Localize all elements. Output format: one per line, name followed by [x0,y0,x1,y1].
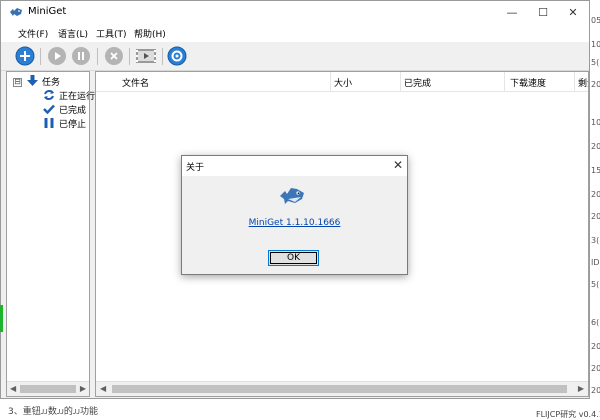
dialog-title-bar: 关于 ✕ [182,156,407,176]
column-size[interactable]: 大小 [334,76,352,89]
tree-horizontal-scrollbar[interactable]: ◀ ▶ [7,381,89,396]
refresh-icon [44,90,54,100]
tree-item-stopped[interactable]: 已停止 [43,116,86,130]
scroll-left-arrow-icon[interactable]: ◀ [10,384,16,393]
column-remaining[interactable]: 剩余 [578,76,588,89]
add-icon[interactable] [15,46,35,66]
tree-label: 任务 [42,77,61,88]
tree-item-tasks[interactable]: 任务 [27,74,60,88]
background-text-fragment: 6( [591,318,600,327]
shark-logo-icon [10,8,22,16]
shark-logo-icon [280,188,304,204]
column-speed[interactable]: 下载速度 [510,76,546,89]
pause-icon[interactable] [71,46,91,66]
scroll-left-arrow-icon[interactable]: ◀ [100,384,106,393]
title-bar: MiniGet — ☐ ✕ [1,1,589,24]
column-filename[interactable]: 文件名 [122,76,149,89]
background-text-fragment: 20 [591,364,600,373]
menu-file[interactable]: 文件(F) [18,27,48,40]
list-horizontal-scrollbar[interactable]: ◀ ▶ [96,381,588,396]
pause-icon [44,118,54,128]
tree-label: 已停止 [59,119,87,130]
toolbar-separator [162,48,163,65]
scroll-thumb[interactable] [20,385,76,393]
about-dialog: 关于 ✕ MiniGet 1.1.10.1666 OK [181,155,408,275]
close-button[interactable]: ✕ [559,3,587,22]
tree-label: 正在运行 [59,91,96,102]
tree-item-running[interactable]: 正在运行 [43,88,95,102]
ok-button[interactable]: OK [268,250,319,266]
settings-icon[interactable] [167,46,187,66]
background-text-fragment: 15 [591,166,600,175]
menu-language[interactable]: 语言(L) [58,27,88,40]
menu-bar: 文件(F) 语言(L) 工具(T) 帮助(H) [1,24,589,42]
task-tree: ⊟ 任务 正在运行 已完成 已停止 ◀ ▶ [6,71,95,397]
background-text-fragment: 20 [591,212,600,221]
list-header: 文件名 大小 已完成 下载速度 剩余 [96,72,588,92]
maximize-button[interactable]: ☐ [529,3,557,22]
minimize-button[interactable]: — [498,3,526,22]
window-title: MiniGet [28,6,67,17]
miniget-window: MiniGet — ☐ ✕ 文件(F) 语言(L) 工具(T) 帮助(H) ⊟ … [0,0,590,399]
background-text-fragment: 10 [591,118,600,127]
background-text-fragment: 5( [591,280,600,289]
column-completed[interactable]: 已完成 [404,76,431,89]
toolbar-separator [97,48,98,65]
background-text-fragment: 05 [591,16,600,25]
scroll-right-arrow-icon[interactable]: ▶ [578,384,584,393]
dialog-title: 关于 [186,163,205,173]
background-text: 3、重钮ᴊᴊ数ᴊᴊ的ᴊᴊ功能 [8,407,99,417]
column-divider[interactable] [574,72,575,91]
play-icon[interactable] [47,46,67,66]
scroll-right-arrow-icon[interactable]: ▶ [80,384,86,393]
toolbar-separator [40,48,41,65]
menu-tools[interactable]: 工具(T) [96,27,127,40]
toolbar [1,42,589,71]
video-icon[interactable] [135,46,157,66]
background-text-fragment: 5( [591,58,600,67]
toolbar-separator [129,48,130,65]
background-text-fragment: 3( [591,236,600,245]
dialog-close-button[interactable]: ✕ [393,158,403,172]
background-text-fragment: 20 [591,80,600,89]
tree-expander[interactable]: ⊟ [13,78,22,87]
background-text-fragment: 20 [591,190,600,199]
tree-label: 已完成 [59,105,87,116]
tree-item-completed[interactable]: 已完成 [43,102,86,116]
background-text-fragment: 20 [591,142,600,151]
background-text-fragment: ID [591,258,600,267]
version-link[interactable]: MiniGet 1.1.10.1666 [182,218,407,228]
background-text-fragment: 20 [591,342,600,351]
background-text-fragment: 10 [591,40,600,49]
column-divider[interactable] [400,72,401,91]
column-divider[interactable] [330,72,331,91]
check-icon [43,104,55,115]
delete-icon[interactable] [104,46,124,66]
download-arrow-icon [27,75,38,86]
column-divider[interactable] [504,72,505,91]
menu-help[interactable]: 帮助(H) [134,27,166,40]
background-highlight-mark [0,305,3,332]
background-text-fragment: 20 [591,386,600,395]
scroll-thumb[interactable] [112,385,567,393]
background-text: FLIJCP研究 v0.4.1 [536,410,600,419]
